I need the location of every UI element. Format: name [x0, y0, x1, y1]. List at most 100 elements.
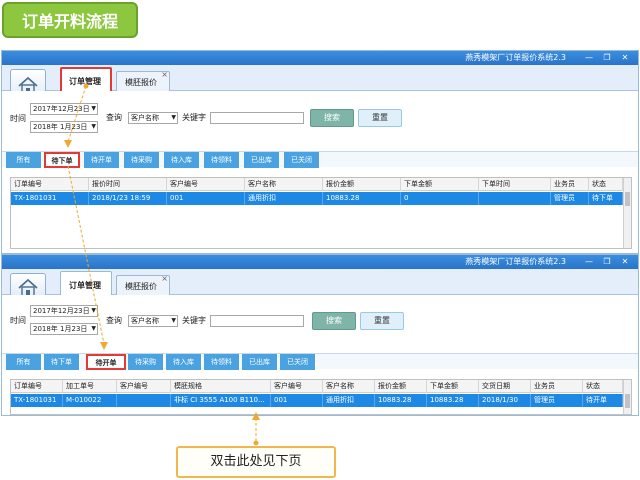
cell-customer-no: 001	[167, 192, 245, 205]
vertical-scrollbar[interactable]	[623, 380, 631, 414]
column-header[interactable]: 模胚规格	[171, 380, 271, 393]
column-header[interactable]: 报价金额	[375, 380, 427, 393]
time-label: 时间	[10, 114, 26, 123]
cell-salesperson: 管理员	[551, 192, 589, 205]
cell-mold-spec: 非标 CI 3555 A100 B110...	[171, 394, 271, 407]
filter-tab-pending-purchase[interactable]: 待采购	[124, 152, 160, 168]
filter-tab-pending-stockin[interactable]: 待入库	[166, 354, 202, 370]
column-header[interactable]: 下单金额	[401, 178, 479, 191]
date-to-picker[interactable]: 2018年 1月23日 ▼	[30, 121, 98, 133]
minimize-icon[interactable]: —	[582, 52, 596, 64]
filter-tab-shipped[interactable]: 已出库	[244, 152, 280, 168]
scrollbar-thumb[interactable]	[625, 192, 630, 206]
field-select[interactable]: 客户名称 ▼	[128, 112, 178, 124]
keyword-input[interactable]	[210, 112, 304, 124]
field-select[interactable]: 客户名称 ▼	[128, 315, 178, 327]
reset-button[interactable]: 重置	[358, 109, 402, 127]
cell-order-no: TX-1801031	[11, 192, 89, 205]
cell-customer-no-2: 001	[271, 394, 323, 407]
chevron-down-icon: ▼	[171, 317, 176, 324]
column-header[interactable]: 客户名称	[245, 178, 323, 191]
chevron-down-icon: ▼	[91, 325, 96, 332]
restore-icon[interactable]: ❐	[600, 256, 614, 268]
filter-tab-pending-purchase[interactable]: 待采购	[128, 354, 164, 370]
cell-delivery-date: 2018/1/30	[479, 394, 531, 407]
column-header[interactable]: 业务员	[531, 380, 583, 393]
scrollbar-thumb[interactable]	[625, 394, 630, 408]
window-titlebar: 燕秀模架厂订单报价系统2.3 — ❐ ✕	[2, 255, 638, 269]
cell-quote-time: 2018/1/23 18:59	[89, 192, 167, 205]
window-titlebar: 燕秀模架厂订单报价系统2.3 — ❐ ✕	[2, 51, 638, 65]
column-header[interactable]: 交货日期	[479, 380, 531, 393]
app-window-order-pending: 燕秀模架厂订单报价系统2.3 — ❐ ✕ 订单管理 模胚报价 × 时间 2017年…	[1, 50, 639, 254]
column-header[interactable]: 报价时间	[89, 178, 167, 191]
close-icon[interactable]: ×	[161, 71, 168, 79]
reset-button[interactable]: 重置	[360, 312, 404, 330]
column-header[interactable]: 客户编号	[167, 178, 245, 191]
filter-tab-pending-order[interactable]: 待下单	[44, 354, 80, 370]
search-button[interactable]: 搜索	[310, 109, 354, 127]
column-header[interactable]: 订单编号	[11, 380, 63, 393]
page-tabstrip: 订单管理 模胚报价 ×	[2, 65, 638, 103]
flow-arrow-dot	[253, 440, 259, 446]
close-icon[interactable]: ✕	[618, 52, 632, 64]
column-header[interactable]: 报价金额	[323, 178, 401, 191]
filter-tab-shipped[interactable]: 已出库	[242, 354, 278, 370]
column-header[interactable]: 下单金额	[427, 380, 479, 393]
vertical-scrollbar[interactable]	[623, 178, 631, 248]
cell-work-order-no: M-010022	[63, 394, 117, 407]
cell-order-no: TX-1801031	[11, 394, 63, 407]
app-window-order-invoice: 燕秀模架厂订单报价系统2.3 — ❐ ✕ 订单管理 模胚报价 × 时间 2017年…	[1, 254, 639, 416]
date-from-picker[interactable]: 2017年12月23日 ▼	[30, 305, 98, 317]
close-icon[interactable]: ×	[161, 275, 168, 283]
filter-tab-pending-order[interactable]: 待下单	[44, 152, 80, 168]
cell-status: 待下单	[589, 192, 623, 205]
column-header[interactable]: 加工单号	[63, 380, 117, 393]
app-title: 燕秀模架厂订单报价系统2.3	[465, 53, 566, 62]
keyword-input[interactable]	[210, 315, 304, 327]
filter-tab-pending-stockin[interactable]: 待入库	[164, 152, 200, 168]
filter-tab-closed[interactable]: 已关闭	[284, 152, 320, 168]
column-header[interactable]: 状态	[589, 178, 623, 191]
filter-tab-pending-invoice[interactable]: 待开单	[86, 354, 126, 370]
page-tabstrip: 订单管理 模胚报价 ×	[2, 269, 638, 303]
cell-customer-name: 通用折扣	[323, 394, 375, 407]
table-row[interactable]: TX-1801031 2018/1/23 18:59 001 通用折扣 1088…	[11, 192, 631, 205]
column-header[interactable]: 订单编号	[11, 178, 89, 191]
grid-header: 订单编号 报价时间 客户编号 客户名称 报价金额 下单金额 下单时间 业务员 状…	[11, 178, 631, 191]
filter-tab-closed[interactable]: 已关闭	[280, 354, 316, 370]
chevron-down-icon: ▼	[171, 114, 176, 121]
column-header[interactable]: 业务员	[551, 178, 589, 191]
app-title: 燕秀模架厂订单报价系统2.3	[465, 257, 566, 266]
column-header[interactable]: 状态	[583, 380, 623, 393]
cell-salesperson: 管理员	[531, 394, 583, 407]
filter-tab-all[interactable]: 所有	[6, 152, 42, 168]
filter-tab-pending-picking[interactable]: 待领料	[204, 152, 240, 168]
column-header[interactable]: 客户编号	[117, 380, 171, 393]
page-title-badge: 订单开料流程	[2, 2, 138, 38]
time-label: 时间	[10, 316, 26, 325]
column-header[interactable]: 客户名称	[323, 380, 375, 393]
date-to-picker[interactable]: 2018年 1月23日 ▼	[30, 323, 98, 335]
filter-tab-all[interactable]: 所有	[6, 354, 42, 370]
double-click-note: 双击此处见下页	[176, 446, 336, 478]
query-label: 查询	[106, 113, 122, 122]
status-filter-bar: 所有 待下单 待开单 待采购 待入库 待领料 已出库 已关闭	[2, 353, 638, 370]
column-header[interactable]: 客户编号	[271, 380, 323, 393]
order-panel: 时间 2017年12月23日 ▼ 2018年 1月23日 ▼ 查询 客户名称 ▼ 关键…	[2, 91, 638, 253]
minimize-icon[interactable]: —	[582, 256, 596, 268]
filter-tab-pending-picking[interactable]: 待领料	[204, 354, 240, 370]
status-filter-bar: 所有 待下单 待开单 待采购 待入库 待领料 已出库 已关闭	[2, 151, 638, 168]
filter-tab-pending-invoice[interactable]: 待开单	[84, 152, 120, 168]
cell-customer-no	[117, 394, 171, 407]
order-grid: 订单编号 加工单号 客户编号 模胚规格 客户编号 客户名称 报价金额 下单金额 …	[10, 379, 632, 415]
column-header[interactable]: 下单时间	[479, 178, 551, 191]
keyword-label: 关键字	[182, 316, 206, 325]
restore-icon[interactable]: ❐	[600, 52, 614, 64]
date-from-picker[interactable]: 2017年12月23日 ▼	[30, 103, 98, 115]
chevron-down-icon: ▼	[91, 105, 96, 112]
search-button[interactable]: 搜索	[312, 312, 356, 330]
table-row[interactable]: TX-1801031 M-010022 非标 CI 3555 A100 B110…	[11, 394, 631, 407]
cell-quote-amount: 10883.28	[323, 192, 401, 205]
close-icon[interactable]: ✕	[618, 256, 632, 268]
